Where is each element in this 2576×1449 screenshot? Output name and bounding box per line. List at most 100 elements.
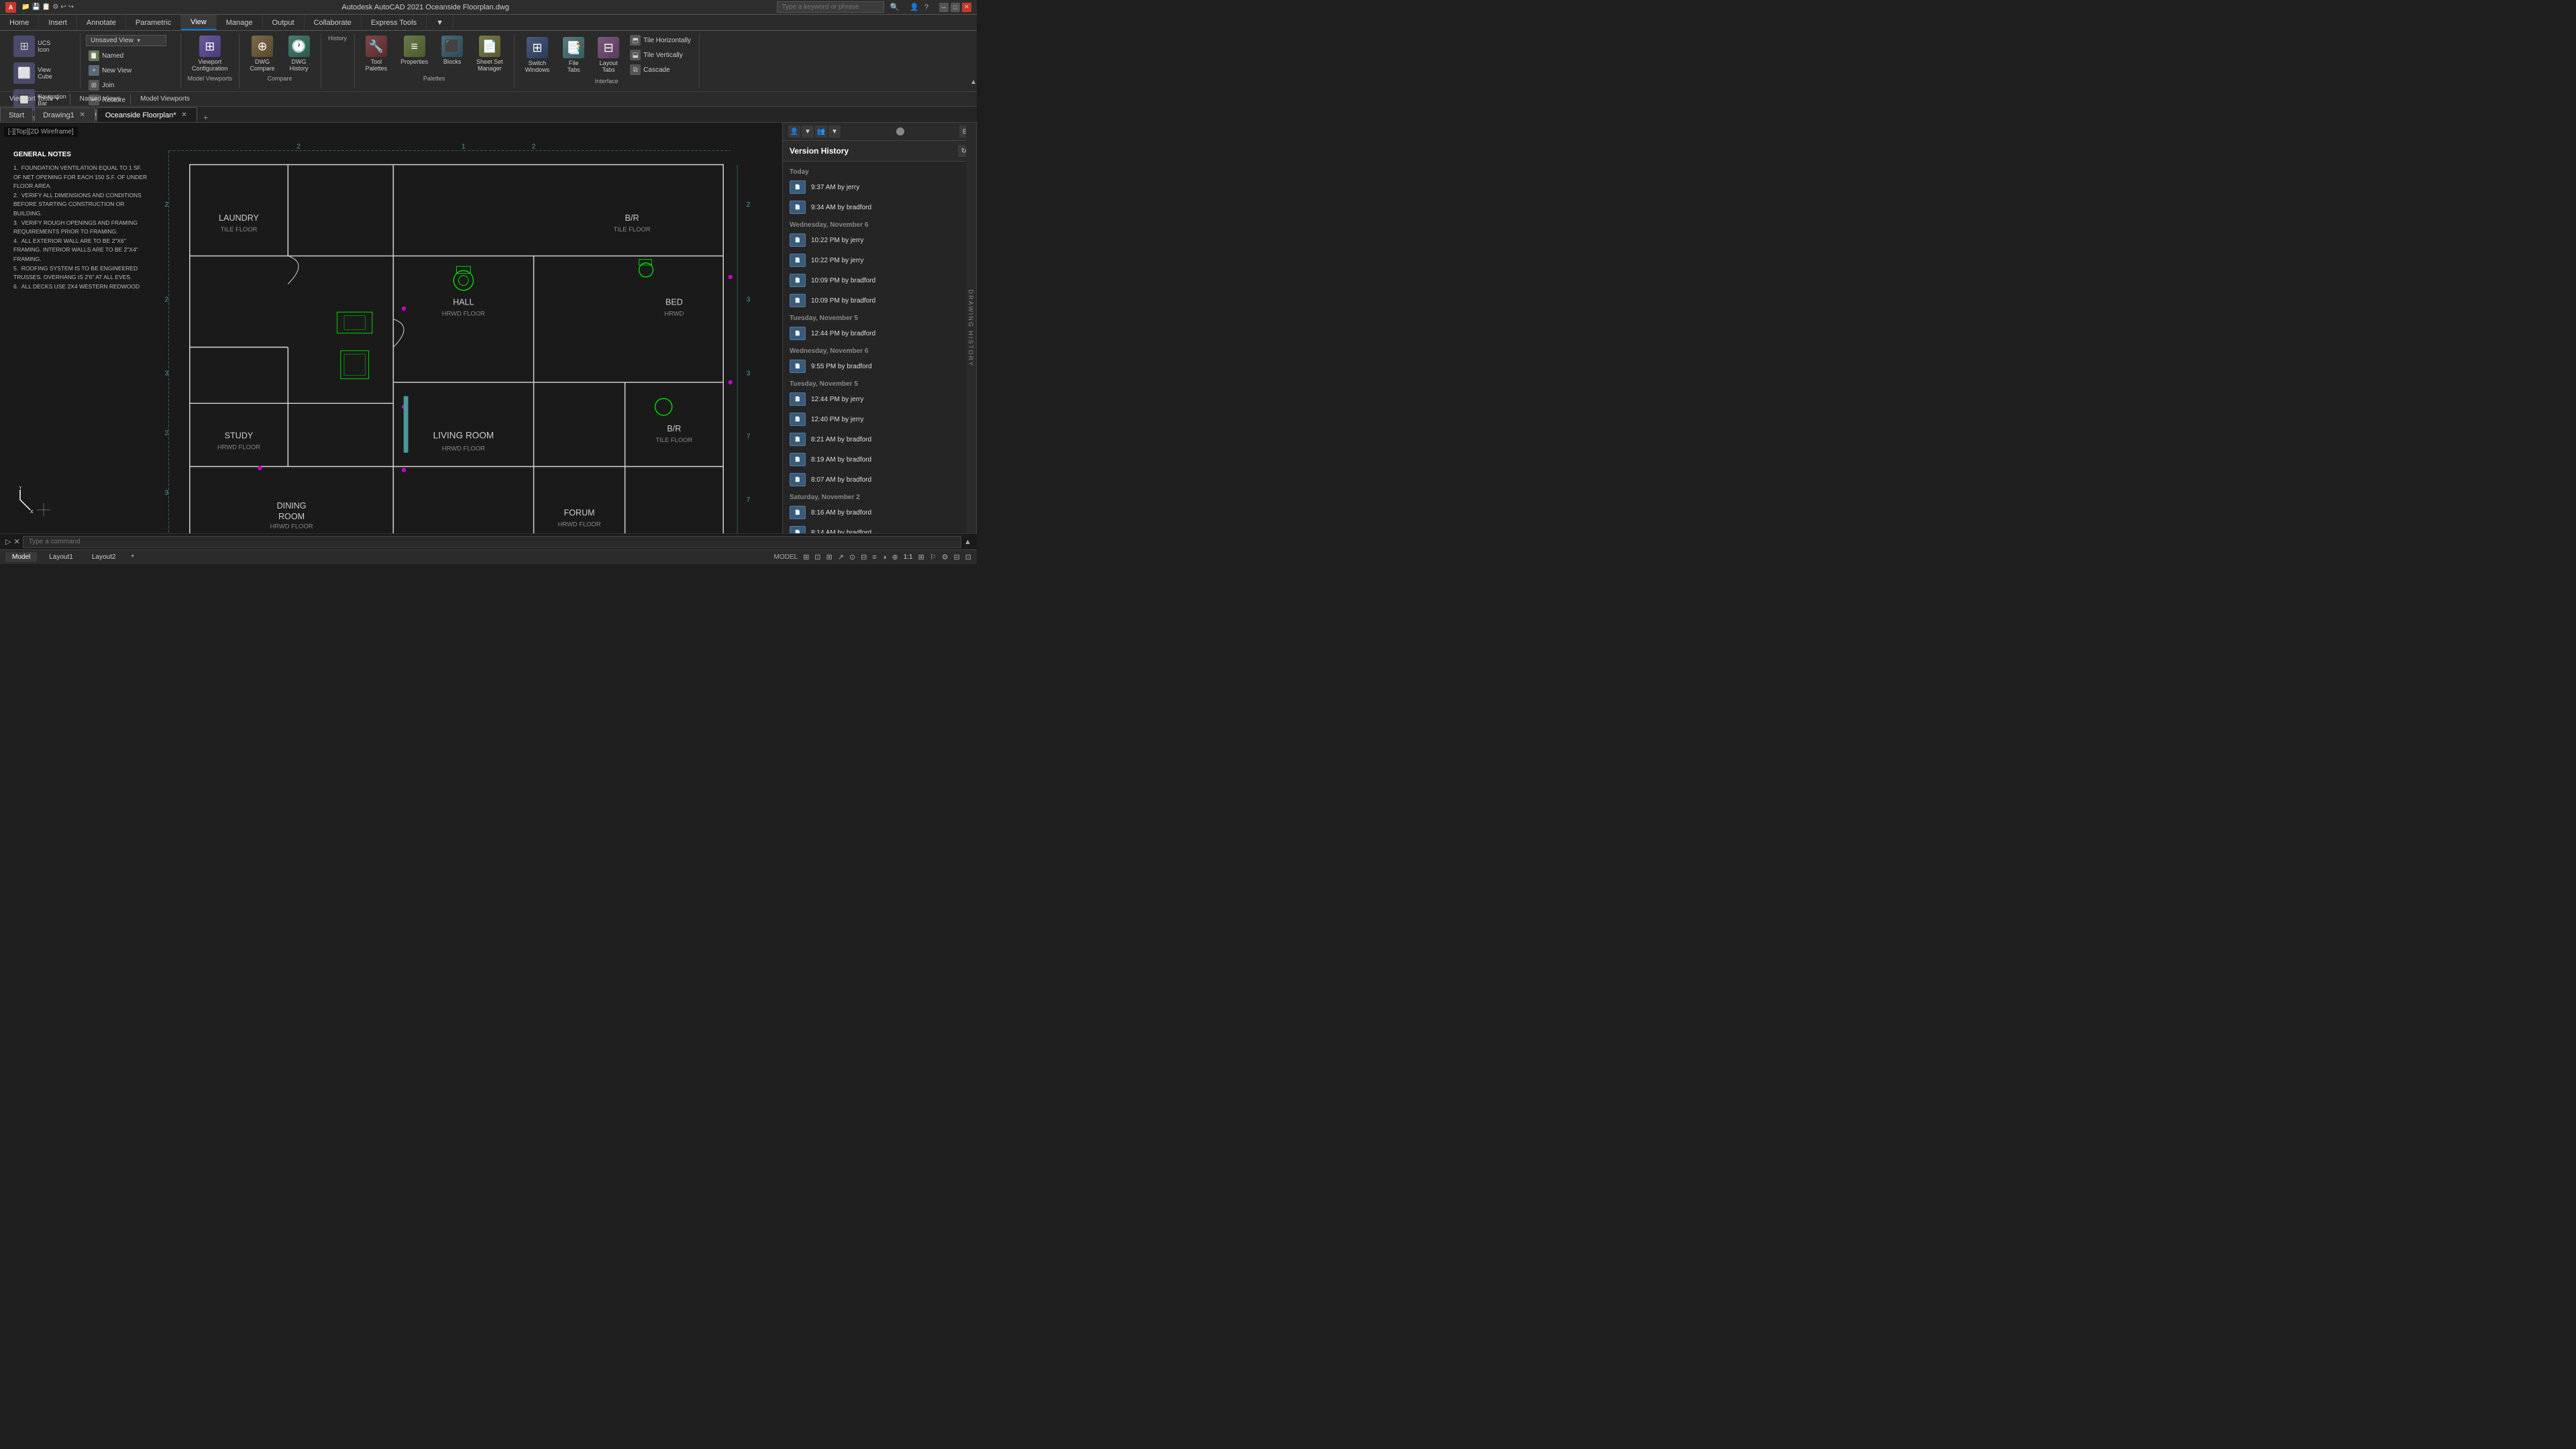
tab-drawing1[interactable]: Drawing1 ✕ [34, 107, 95, 122]
version-list: Today 📄 9:37 AM by jerry 📄 9:34 AM by br… [783, 162, 977, 533]
named-button[interactable]: 📋 Named [86, 49, 175, 62]
ribbon-content: ⊞ UCSIcon ⬜ ViewCube 🔲 NavigationBar Vie… [0, 31, 977, 91]
tool-palettes-button[interactable]: 🔧 ToolPalettes [360, 34, 393, 74]
ribbon-group-viewport-tools: ⊞ UCSIcon ⬜ ViewCube 🔲 NavigationBar Vie… [0, 34, 80, 89]
version-entry[interactable]: 📄 10:09 PM by bradford [783, 290, 977, 311]
version-history-header: Version History ↻ [783, 141, 977, 162]
switch-windows-button[interactable]: ⊞ SwitchWindows [520, 35, 555, 75]
user-icon[interactable]: 👤 [910, 3, 919, 11]
polar-toggle[interactable]: ↗ [838, 553, 844, 561]
svg-text:2: 2 [164, 297, 168, 304]
dwg-history-button[interactable]: 🕐 DWGHistory [283, 34, 315, 74]
user-filter-button[interactable]: 👤 [788, 125, 800, 138]
tile-vertically-button[interactable]: ⬓ Tile Vertically [627, 48, 694, 62]
tab-manage[interactable]: Manage [217, 15, 263, 30]
blocks-button[interactable]: ⬛ Blocks [436, 34, 468, 74]
grid-toggle[interactable]: ⊞ [803, 553, 809, 561]
command-expand-icon[interactable]: ▲ [964, 538, 971, 546]
version-entry[interactable]: 📄 8:14 AM by bradford [783, 523, 977, 533]
version-entry[interactable]: 📄 12:44 PM by jerry [783, 389, 977, 409]
tab-parametric[interactable]: Parametric [126, 15, 181, 30]
ucs-icon-button[interactable]: ⊞ UCSIcon [8, 34, 56, 59]
maximize-button[interactable]: □ [951, 3, 960, 12]
floorplan-drawing[interactable]: LAUNDRY TILE FLOOR HALL HRWD FLOOR B/R T… [148, 136, 751, 533]
date-header-today: Today [783, 164, 977, 177]
close-button[interactable]: ✕ [962, 3, 971, 12]
note-2: 2. VERIFY ALL DIMENSIONS AND CONDITIONS … [13, 191, 148, 219]
ribbon-collapse-button[interactable]: ▲ [970, 78, 977, 86]
svg-text:1: 1 [462, 143, 466, 150]
zoom-level: 1:1 [904, 553, 913, 561]
user-filter-dropdown[interactable]: ▼ [802, 125, 814, 138]
snap-toggle[interactable]: ⊡ [814, 553, 820, 561]
tab-annotate[interactable]: Annotate [77, 15, 126, 30]
workspace-switch[interactable]: ⚙ [942, 553, 949, 561]
ortho-toggle[interactable]: ⊞ [826, 553, 833, 561]
add-layout-button[interactable]: + [130, 552, 134, 562]
version-entry[interactable]: 📄 8:19 AM by bradford [783, 449, 977, 470]
version-entry[interactable]: 📄 12:40 PM by jerry [783, 409, 977, 429]
add-drawing-tab[interactable]: + [199, 114, 213, 122]
tile-horizontally-button[interactable]: ⬒ Tile Horizontally [627, 34, 694, 47]
selection-cycling[interactable]: ⊕ [892, 553, 898, 561]
layout2-tab[interactable]: Layout2 [85, 552, 123, 562]
help-icon[interactable]: ? [924, 3, 928, 11]
model-viewports-bar-item[interactable]: Model Viewports [136, 94, 194, 104]
version-entry[interactable]: 📄 9:37 AM by jerry [783, 177, 977, 197]
canvas-area[interactable]: [-][Top][2D Wireframe] GENERAL NOTES 1. … [0, 123, 782, 533]
version-entry[interactable]: 📄 9:34 AM by bradford [783, 197, 977, 217]
version-entry[interactable]: 📄 8:21 AM by bradford [783, 429, 977, 449]
tab-express-tools[interactable]: Express Tools [362, 15, 427, 30]
tab-collaborate[interactable]: Collaborate [305, 15, 362, 30]
zoom-control[interactable]: ⊞ [918, 553, 924, 561]
version-entry[interactable]: 📄 10:22 PM by jerry [783, 230, 977, 250]
version-entry[interactable]: 📄 12:44 PM by bradford [783, 323, 977, 343]
version-entry[interactable]: 📄 8:07 AM by bradford [783, 470, 977, 490]
version-entry[interactable]: 📄 10:09 PM by bradford [783, 270, 977, 290]
version-entry[interactable]: 📄 9:55 PM by bradford [783, 356, 977, 376]
tab-insert[interactable]: Insert [39, 15, 77, 30]
version-entry[interactable]: 📄 10:22 PM by jerry [783, 250, 977, 270]
svg-text:X: X [30, 510, 34, 513]
tab-start[interactable]: Start [0, 107, 33, 122]
minimize-button[interactable]: ─ [939, 3, 949, 12]
osnap-toggle[interactable]: ⊙ [849, 553, 855, 561]
new-view-button[interactable]: + New View [86, 64, 175, 77]
tab-output[interactable]: Output [263, 15, 305, 30]
join-button[interactable]: ⊞ Join [86, 78, 175, 92]
tab-home[interactable]: Home [0, 15, 39, 30]
tab-oceanside-floorplan[interactable]: Oceanside Floorplan* ✕ [97, 107, 197, 122]
version-thumbnail: 📄 [790, 506, 806, 519]
tab-view[interactable]: View [181, 15, 217, 30]
coauthor-filter-button[interactable]: 👥 [815, 125, 827, 138]
ui-toggle[interactable]: ⊟ [954, 553, 960, 561]
lineweight-toggle[interactable]: ≡ [872, 553, 876, 561]
layout-tabs-button[interactable]: ⊟ LayoutTabs [592, 35, 625, 75]
close-drawing1[interactable]: ✕ [78, 111, 87, 119]
close-oceanside[interactable]: ✕ [180, 111, 189, 119]
search-icon[interactable]: 🔍 [890, 3, 899, 11]
cascade-button[interactable]: ⧉ Cascade [627, 63, 694, 76]
coauthor-dropdown[interactable]: ▼ [828, 125, 841, 138]
dwg-compare-button[interactable]: ⊕ DWGCompare [245, 34, 280, 74]
unsaved-view-dropdown[interactable]: Unsaved View ▼ [86, 35, 166, 46]
viewport-config-button[interactable]: ⊞ ViewportConfiguration [186, 34, 233, 74]
command-cross-icon[interactable]: ✕ [13, 537, 19, 546]
view-indicator: [-][Top][2D Wireframe] [4, 127, 78, 137]
transparency-toggle[interactable]: ◑ [882, 553, 887, 561]
dynamic-input[interactable]: ⊟ [861, 553, 867, 561]
annotation-monitor[interactable]: ⚐ [930, 553, 936, 561]
layout1-tab[interactable]: Layout1 [42, 552, 80, 562]
file-tabs-button[interactable]: 📑 FileTabs [557, 35, 590, 75]
viewport-tools-bar-item[interactable]: Viewport Tools ▼ [5, 94, 64, 104]
fullscreen-toggle[interactable]: ⊡ [965, 553, 971, 561]
tab-more[interactable]: ▼ [427, 15, 453, 30]
version-entry[interactable]: 📄 8:16 AM by bradford [783, 502, 977, 523]
model-tab[interactable]: Model [5, 552, 37, 562]
named-views-bar-item[interactable]: Named Views [76, 94, 125, 104]
command-input[interactable] [23, 536, 961, 548]
keyword-search-input[interactable] [777, 1, 884, 13]
properties-button[interactable]: ≡ Properties [395, 34, 433, 74]
view-cube-button[interactable]: ⬜ ViewCube [8, 60, 58, 86]
sheet-set-button[interactable]: 📄 Sheet SetManager [471, 34, 508, 74]
